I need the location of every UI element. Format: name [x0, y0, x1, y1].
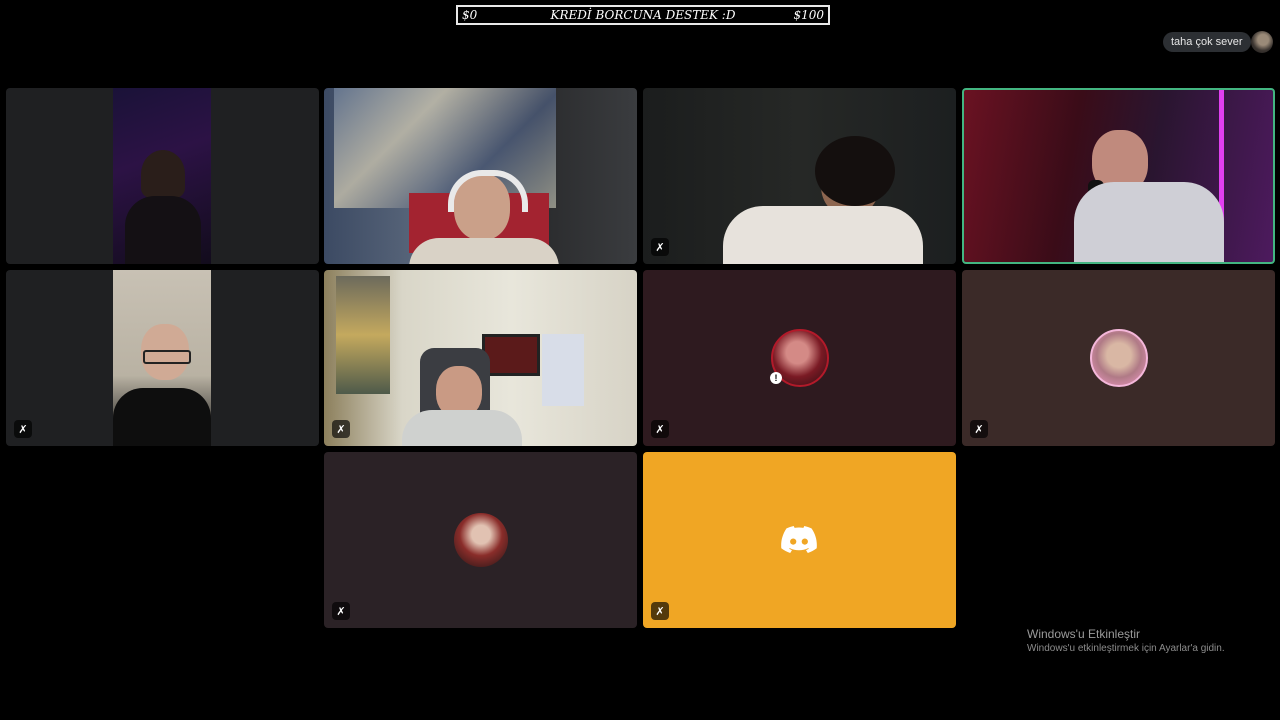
video-tile-3[interactable]: ✗: [643, 88, 956, 264]
goal-end-value: $100: [793, 8, 824, 22]
mic-muted-indicator: ✗: [970, 420, 988, 438]
video-tile-6[interactable]: ✗: [324, 270, 637, 446]
painting: [336, 276, 390, 394]
mic-muted-indicator: ✗: [651, 238, 669, 256]
video-feed: [113, 270, 211, 446]
mic-off-icon: ✗: [655, 605, 665, 618]
person-body: [1074, 182, 1224, 262]
user-avatar[interactable]: [1251, 31, 1273, 53]
goal-start-value: $0: [462, 8, 478, 22]
user-avatar: [1089, 329, 1148, 387]
user-avatar: [453, 513, 508, 567]
video-feed: [113, 88, 211, 264]
person-body: [125, 196, 201, 264]
user-name-pill[interactable]: taha çok sever: [1163, 32, 1251, 52]
mic-muted-indicator: ✗: [332, 602, 350, 620]
activation-watermark-title: Windows'u Etkinleştir: [1027, 627, 1140, 641]
discord-logo-icon: [781, 526, 817, 553]
mic-off-icon: ✗: [336, 605, 346, 618]
goal-title: KREDİ BORCUNA DESTEK :D: [550, 8, 736, 22]
person-body: [113, 388, 211, 446]
horse-poster: [542, 334, 584, 406]
status-badge: !: [770, 372, 782, 384]
person-silhouette: [141, 150, 185, 198]
mic-off-icon: ✗: [655, 423, 665, 436]
mic-muted-indicator: ✗: [651, 602, 669, 620]
mic-off-icon: ✗: [655, 241, 665, 254]
avatar-tile-7[interactable]: ! ✗: [643, 270, 956, 446]
mic-muted-indicator: ✗: [14, 420, 32, 438]
donation-goal-bar: $0 KREDİ BORCUNA DESTEK :D $100: [456, 5, 830, 25]
video-tile-4-speaking[interactable]: [962, 88, 1275, 264]
hair: [815, 136, 895, 206]
video-tile-2[interactable]: [324, 88, 637, 264]
poster: [482, 334, 540, 376]
discord-tile-10[interactable]: ✗: [643, 452, 956, 628]
mic-off-icon: ✗: [18, 423, 28, 436]
person-body: [723, 206, 923, 264]
mic-muted-indicator: ✗: [651, 420, 669, 438]
video-tile-5[interactable]: ✗: [6, 270, 319, 446]
mic-muted-indicator: ✗: [332, 420, 350, 438]
person-body: [409, 238, 559, 264]
mic-off-icon: ✗: [974, 423, 984, 436]
mic-off-icon: ✗: [336, 423, 346, 436]
user-name: taha çok sever: [1171, 36, 1243, 48]
avatar-tile-8[interactable]: ✗: [962, 270, 1275, 446]
person-body: [402, 410, 522, 446]
activation-watermark-subtitle: Windows'u etkinleştirmek için Ayarlar'a …: [1027, 643, 1225, 654]
glasses: [143, 350, 191, 364]
video-tile-1[interactable]: [6, 88, 319, 264]
avatar-tile-9[interactable]: ✗: [324, 452, 637, 628]
